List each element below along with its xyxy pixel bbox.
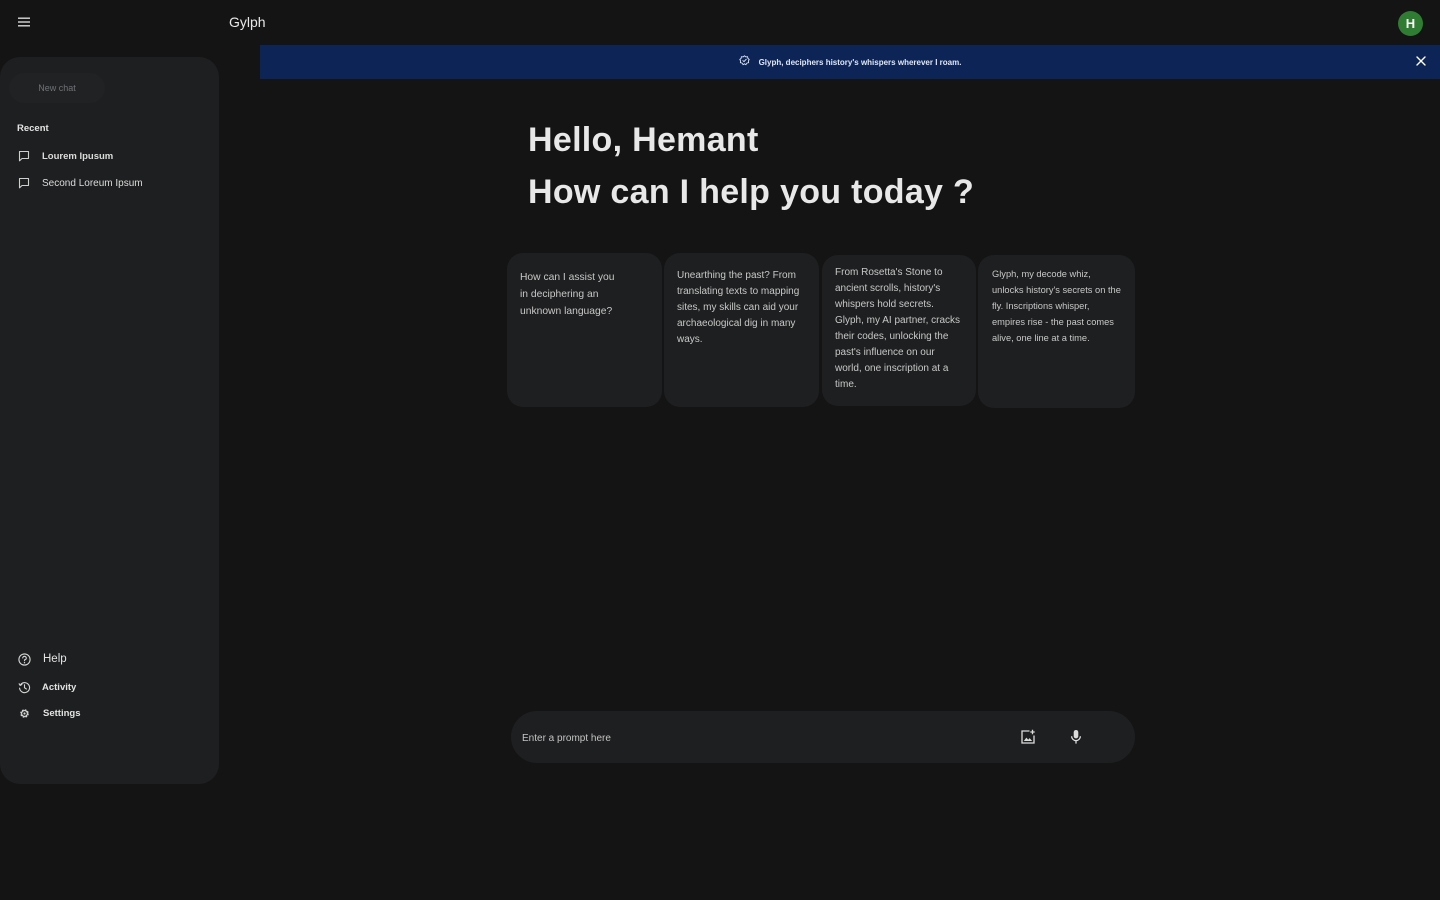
- recent-item-label: Second Loreum Ipsum: [42, 177, 143, 189]
- activity-label: Activity: [42, 681, 77, 693]
- recent-item-label: Lourem Ipusum: [42, 150, 114, 162]
- add-image-icon: [1020, 729, 1036, 750]
- settings-label: Settings: [43, 707, 81, 719]
- suggestion-card-text: How can I assist you in deciphering an u…: [520, 272, 615, 317]
- recent-item-2[interactable]: Second Loreum Ipsum: [17, 174, 143, 192]
- suggestion-card-text: Unearthing the past? From translating te…: [677, 270, 800, 345]
- upload-image-button[interactable]: [1018, 729, 1038, 749]
- recent-heading: Recent: [17, 123, 49, 134]
- microphone-button[interactable]: [1066, 729, 1086, 749]
- greeting-heading: Hello, Hemant: [528, 121, 759, 159]
- settings-item[interactable]: Settings: [17, 704, 80, 722]
- suggestion-card-text: From Rosetta's Stone to ancient scrolls,…: [835, 267, 961, 390]
- sidebar: New chat Recent Lourem Ipusum Second Lor…: [0, 57, 219, 784]
- history-icon: [17, 680, 31, 694]
- gear-icon: [17, 706, 31, 720]
- suggestion-card-1[interactable]: How can I assist you in deciphering an u…: [507, 253, 662, 407]
- info-banner: Glyph, deciphers history's whispers wher…: [260, 45, 1440, 79]
- hamburger-menu-icon: [18, 14, 30, 32]
- new-chat-button[interactable]: New chat: [9, 73, 105, 103]
- help-label: Help: [43, 653, 67, 665]
- banner-text: Glyph, deciphers history's whispers wher…: [758, 57, 962, 67]
- sparkle-check-icon: [738, 53, 750, 71]
- close-icon: [1416, 53, 1426, 71]
- suggestion-card-4[interactable]: Glyph, my decode whiz, unlocks history's…: [978, 255, 1135, 408]
- help-item[interactable]: Help: [17, 650, 67, 668]
- activity-item[interactable]: Activity: [17, 678, 76, 696]
- menu-button[interactable]: [14, 13, 34, 33]
- microphone-icon: [1070, 729, 1082, 750]
- suggestion-card-text: Glyph, my decode whiz, unlocks history's…: [992, 269, 1121, 343]
- suggestion-card-3[interactable]: From Rosetta's Stone to ancient scrolls,…: [822, 255, 976, 406]
- user-avatar[interactable]: H: [1398, 11, 1423, 36]
- app-title: Gylph: [229, 14, 266, 30]
- prompt-input[interactable]: [520, 725, 1004, 751]
- banner-close-button[interactable]: [1414, 55, 1428, 69]
- suggestion-card-2[interactable]: Unearthing the past? From translating te…: [664, 253, 819, 407]
- greeting-subtitle: How can I help you today ?: [528, 173, 975, 211]
- prompt-bar: [511, 711, 1135, 763]
- chat-bubble-icon: [17, 176, 31, 190]
- chat-bubble-icon: [17, 149, 31, 163]
- help-circle-icon: [17, 652, 31, 666]
- recent-item-1[interactable]: Lourem Ipusum: [17, 147, 113, 165]
